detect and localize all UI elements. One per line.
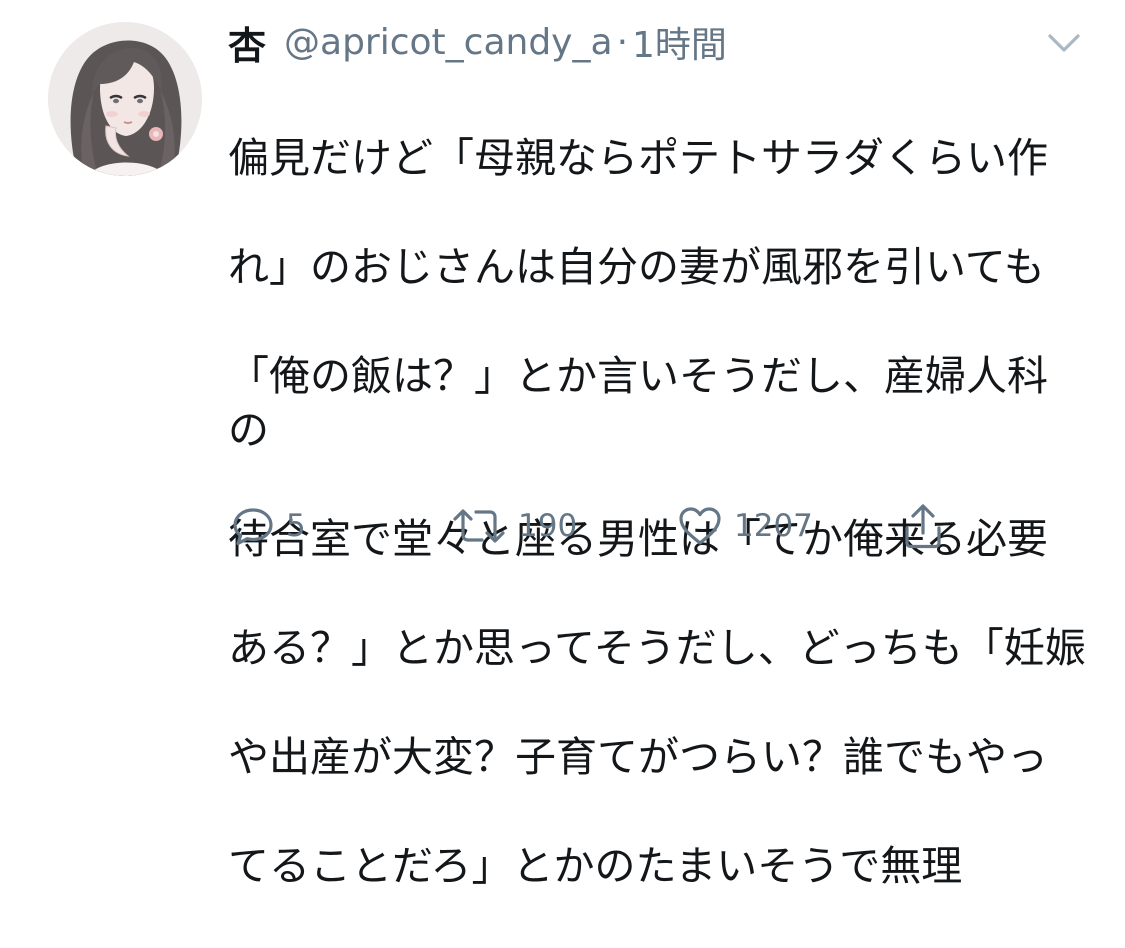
separator-dot: ·: [616, 21, 629, 63]
avatar-illustration: [48, 22, 202, 176]
retweet-count: 190: [518, 508, 578, 544]
share-button[interactable]: [900, 498, 946, 554]
action-bar: 5 190 1207: [0, 498, 1125, 554]
user-handle[interactable]: @apricot_candy_a: [284, 22, 613, 63]
share-icon: [900, 501, 946, 551]
chevron-down-icon[interactable]: [1044, 28, 1084, 58]
tweet-text-line: てることだろ」とかのたまいそうで無理: [228, 842, 963, 890]
reply-button[interactable]: 5: [230, 498, 306, 554]
reply-count: 5: [286, 508, 306, 544]
retweet-icon: [450, 503, 508, 549]
tweet-text-line: れ」のおじさんは自分の妻が風邪を引いても: [228, 242, 1045, 291]
tweet-text-line: 偏見だけど「母親ならポテトサラダくらい作: [228, 133, 1048, 182]
timestamp[interactable]: 1時間: [632, 16, 727, 68]
tweet-text-line: や出産が大変？子育てがつらい？誰でもやっ: [228, 733, 1048, 781]
tweet-text-line: 「俺の飯は？」とか言いそうだし、産婦人科の: [228, 351, 1048, 455]
display-name[interactable]: 杏: [228, 15, 266, 70]
tweet[interactable]: 杏 @apricot_candy_a · 1時間 偏見だけど「母親ならポテトサラ…: [0, 0, 1125, 890]
like-button[interactable]: 1207: [676, 498, 813, 554]
like-count: 1207: [734, 508, 813, 544]
heart-icon: [676, 503, 724, 549]
avatar[interactable]: [48, 22, 202, 176]
retweet-button[interactable]: 190: [450, 498, 577, 554]
tweet-header: 杏 @apricot_candy_a · 1時間: [228, 14, 727, 70]
reply-icon: [230, 503, 276, 549]
tweet-text-line: ある？」とか思ってそうだし、どっちも「妊娠: [228, 624, 1086, 672]
